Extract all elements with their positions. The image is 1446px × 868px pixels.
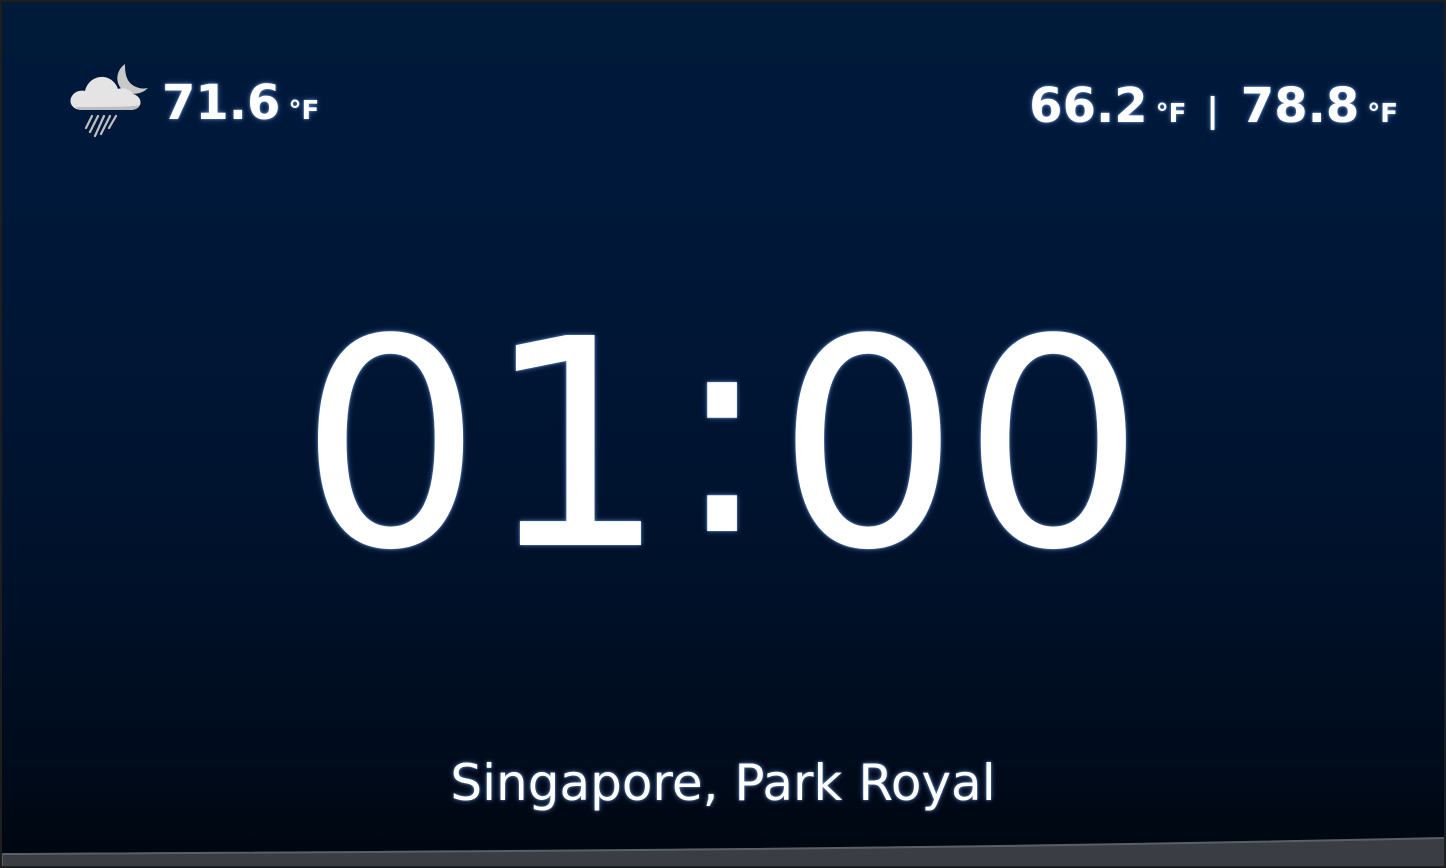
current-weather: 71.6 °F: [68, 58, 319, 148]
clock-hours: 01: [299, 278, 670, 613]
bottom-edge-shape: [2, 837, 1444, 866]
clock-colon: :: [673, 264, 773, 599]
current-temp-value: 71.6: [162, 75, 281, 131]
low-temp-unit: °F: [1155, 99, 1187, 129]
high-temp-value: 78.8: [1240, 78, 1360, 134]
current-temp-unit: °F: [288, 96, 320, 126]
clock-screen: 71.6 °F 66.2 °F | 78.8 °F 01:00 Singapore, …: [0, 0, 1446, 868]
current-temperature: 71.6 °F: [162, 79, 319, 127]
location-label: Singapore, Park Royal: [450, 754, 996, 812]
night-cloud-rain-icon: [70, 64, 148, 138]
high-temp-unit: °F: [1367, 99, 1398, 129]
low-temp-value: 66.2: [1029, 78, 1148, 134]
range-separator: |: [1206, 91, 1219, 131]
clock-minutes: 00: [776, 278, 1147, 613]
temperature-range: 66.2 °F | 78.8 °F: [1029, 82, 1398, 131]
clock-time: 01:00: [2, 288, 1444, 590]
